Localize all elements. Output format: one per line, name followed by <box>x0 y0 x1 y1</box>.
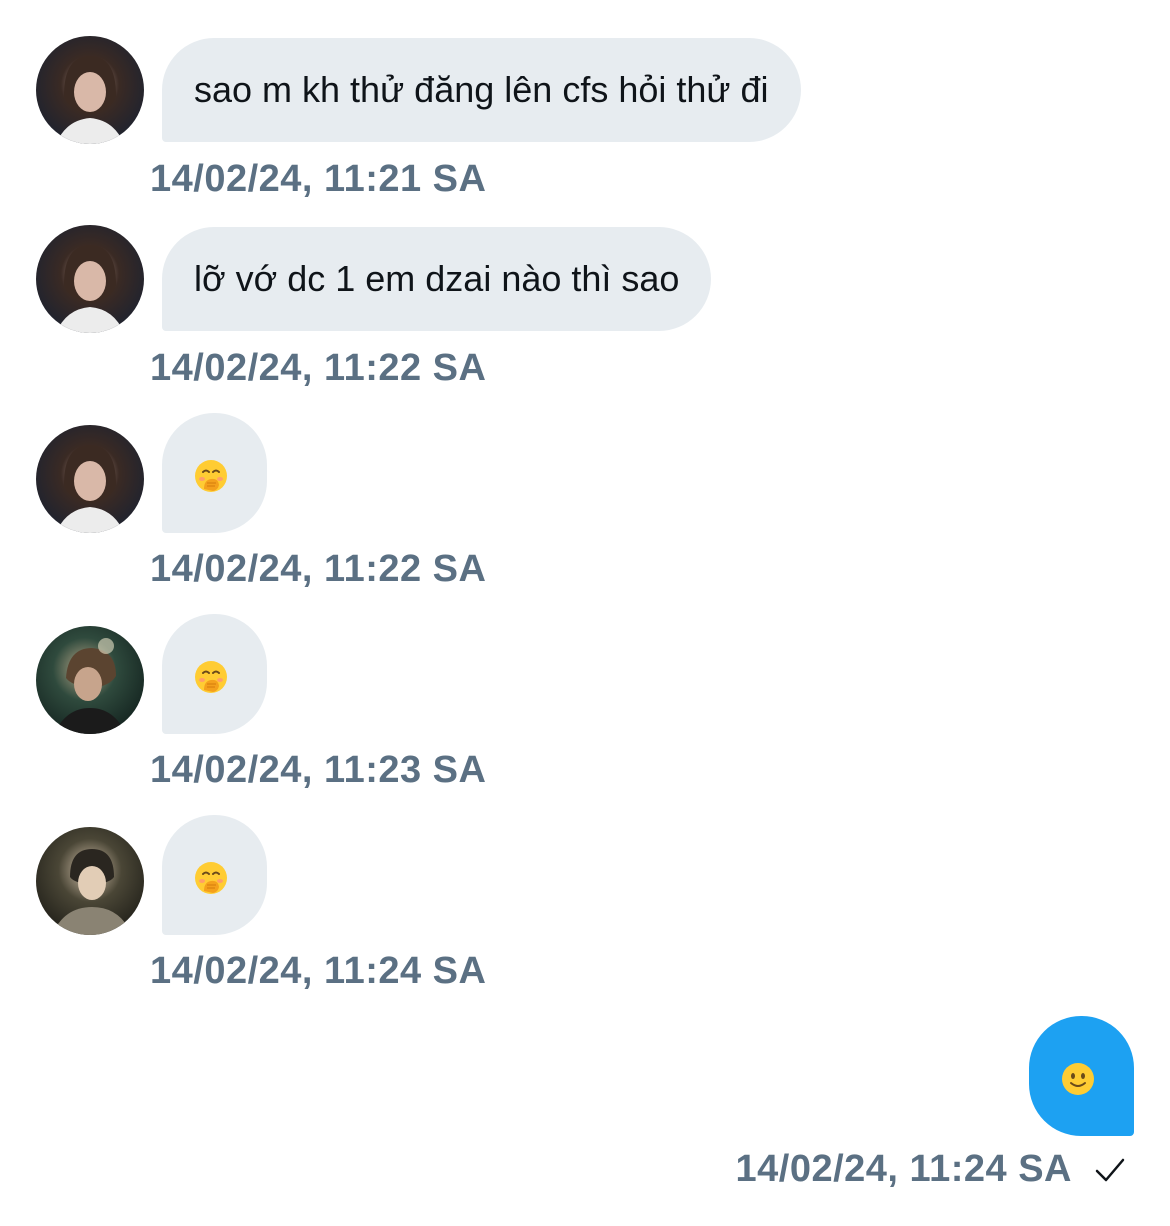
message-timestamp: 14/02/24, 11:24 SA <box>735 1148 1072 1190</box>
outgoing-message-bubble[interactable] <box>1029 1016 1134 1136</box>
message-bubble[interactable]: sao m kh thử đăng lên cfs hỏi thử đi <box>162 38 801 142</box>
hand-over-mouth-emoji-icon <box>194 861 228 895</box>
message-bubble[interactable] <box>162 815 267 935</box>
message-bubble[interactable] <box>162 413 267 533</box>
message-bubble[interactable] <box>162 614 267 734</box>
avatar-user-1-icon[interactable] <box>36 36 144 144</box>
avatar-user-3-icon[interactable] <box>36 827 144 935</box>
hand-over-mouth-emoji-icon <box>194 660 228 694</box>
message-timestamp: 14/02/24, 11:21 SA <box>150 158 487 200</box>
message-timestamp: 14/02/24, 11:22 SA <box>150 347 487 389</box>
message-timestamp: 14/02/24, 11:22 SA <box>150 548 487 590</box>
avatar-user-1-icon[interactable] <box>36 225 144 333</box>
avatar-user-2-icon[interactable] <box>36 626 144 734</box>
check-icon <box>1095 1158 1125 1181</box>
message-bubble[interactable]: lỡ vớ dc 1 em dzai nào thì sao <box>162 227 712 331</box>
message-timestamp: 14/02/24, 11:24 SA <box>150 950 487 992</box>
message-timestamp: 14/02/24, 11:23 SA <box>150 749 487 791</box>
hand-over-mouth-emoji-icon <box>194 459 228 493</box>
outgoing-status-row: 14/02/24, 11:24 SA <box>736 1148 1128 1191</box>
slightly-smiling-face-emoji-icon <box>1061 1062 1095 1096</box>
avatar-user-1-icon[interactable] <box>36 425 144 533</box>
